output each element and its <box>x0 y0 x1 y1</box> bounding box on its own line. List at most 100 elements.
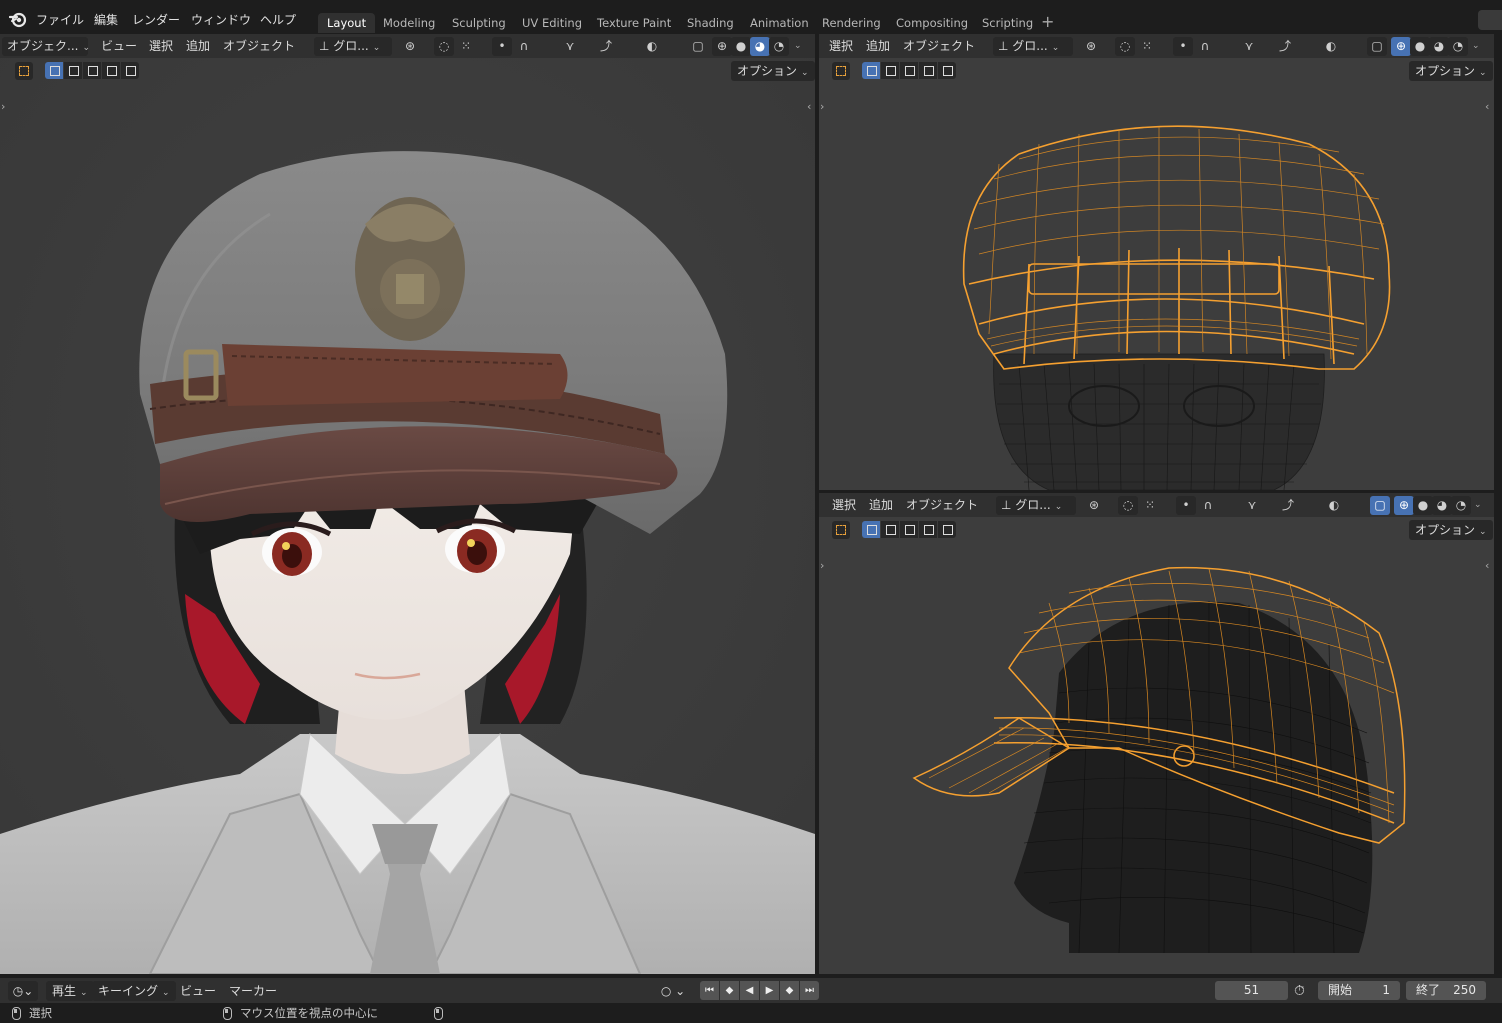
show-gizmo-icon[interactable]: ⋎ <box>560 37 580 56</box>
scene-selector-button[interactable] <box>1478 10 1502 30</box>
viewport-front-wireframe[interactable]: 選択 追加 オブジェクト ⊥ グロ... ⌄ ⊛ ◌ ⁙ • ∩ ⋎ ⤴ ◐ ▢ … <box>819 34 1494 490</box>
transform-orientation-dropdown[interactable]: ⊥ グロ... ⌄ <box>996 496 1076 515</box>
tab-uv-editing[interactable]: UV Editing <box>513 13 591 33</box>
snap-icon[interactable]: ◌ <box>1115 37 1135 56</box>
proportional-edit-icon[interactable]: • <box>492 37 512 56</box>
current-frame-field[interactable]: 51 <box>1215 981 1288 1000</box>
overlay-icon[interactable]: ⤴ <box>596 37 616 56</box>
start-frame-field[interactable]: 開始 1 <box>1318 981 1400 1000</box>
falloff-icon[interactable]: ∩ <box>1195 37 1215 56</box>
snap-target-icon[interactable]: ⁙ <box>1137 37 1157 56</box>
select-tool-icon[interactable] <box>832 62 850 80</box>
tab-scripting[interactable]: Scripting <box>973 13 1042 33</box>
shading-wireframe-icon[interactable]: ⊕ <box>712 37 732 56</box>
stopwatch-icon[interactable]: ⏱ <box>1294 981 1305 1001</box>
shading-material-icon[interactable]: ◕ <box>1429 37 1449 56</box>
tab-shading[interactable]: Shading <box>678 13 743 33</box>
playback-dropdown[interactable]: 再生 ⌄ <box>46 981 94 1001</box>
overlay-icon[interactable]: ⤴ <box>1275 37 1295 56</box>
pivot-icon[interactable]: ⊛ <box>400 37 420 56</box>
options-dropdown[interactable]: オプション ⌄ <box>1409 520 1493 540</box>
sidebar-expand-icon[interactable]: ‹ <box>807 100 811 113</box>
shading-material-icon[interactable]: ◕ <box>750 37 770 56</box>
end-frame-field[interactable]: 終了 250 <box>1406 981 1486 1000</box>
snap-icon[interactable]: ◌ <box>1118 496 1138 515</box>
menu-add[interactable]: 追加 <box>864 496 898 515</box>
menu-add[interactable]: 追加 <box>861 37 895 56</box>
xray-toggle-icon[interactable]: ◐ <box>1324 496 1344 515</box>
keying-dropdown[interactable]: キーイング ⌄ <box>92 981 176 1001</box>
wireframe-overlay-icon[interactable]: ▢ <box>688 37 708 56</box>
transform-orientation-dropdown[interactable]: ⊥ グロ... ⌄ <box>993 37 1073 56</box>
tab-modeling[interactable]: Modeling <box>374 13 444 33</box>
selection-mode-group[interactable] <box>862 62 956 79</box>
menu-object[interactable]: オブジェクト <box>901 496 983 515</box>
snap-target-icon[interactable]: ⁙ <box>1140 496 1160 515</box>
menu-object[interactable]: オブジェクト <box>218 37 300 56</box>
selection-mode-group[interactable] <box>862 521 956 538</box>
selection-mode-group[interactable] <box>45 62 139 79</box>
tab-compositing[interactable]: Compositing <box>887 13 977 33</box>
toolbar-expand-icon[interactable]: › <box>820 100 824 113</box>
falloff-icon[interactable]: ∩ <box>514 37 534 56</box>
options-dropdown[interactable]: オプション ⌄ <box>731 61 815 81</box>
jump-start-icon[interactable]: ⏮ <box>700 981 719 1000</box>
prev-keyframe-icon[interactable]: ◆ <box>720 981 739 1000</box>
menu-edit[interactable]: 編集 <box>94 10 118 30</box>
falloff-icon[interactable]: ∩ <box>1198 496 1218 515</box>
xray-toggle-icon[interactable]: ◐ <box>642 37 662 56</box>
menu-view[interactable]: ビュー <box>180 981 216 1001</box>
chevron-down-icon[interactable]: ⌄ <box>1474 496 1482 515</box>
shading-rendered-icon[interactable]: ◔ <box>769 37 789 56</box>
shading-wireframe-icon[interactable]: ⊕ <box>1394 496 1414 515</box>
shading-wireframe-icon[interactable]: ⊕ <box>1391 37 1411 56</box>
jump-end-icon[interactable]: ⏭ <box>800 981 819 1000</box>
editor-type-clock-icon[interactable]: ◷⌄ <box>8 981 38 1001</box>
pivot-icon[interactable]: ⊛ <box>1084 496 1104 515</box>
shading-solid-icon[interactable]: ● <box>1410 37 1430 56</box>
viewport-side-wireframe[interactable]: 選択 追加 オブジェクト ⊥ グロ... ⌄ ⊛ ◌ ⁙ • ∩ ⋎ ⤴ ◐ ▢ … <box>819 493 1494 974</box>
wireframe-overlay-icon[interactable]: ▢ <box>1370 496 1390 515</box>
menu-view[interactable]: ビュー <box>96 37 142 56</box>
mode-selector[interactable]: オブジェク... ⌄ <box>2 37 90 56</box>
options-dropdown[interactable]: オプション ⌄ <box>1409 61 1493 81</box>
next-keyframe-icon[interactable]: ◆ <box>780 981 799 1000</box>
toolbar-expand-icon[interactable]: › <box>1 100 5 113</box>
pivot-icon[interactable]: ⊛ <box>1081 37 1101 56</box>
chevron-down-icon[interactable]: ⌄ <box>794 37 802 56</box>
xray-toggle-icon[interactable]: ◐ <box>1321 37 1341 56</box>
tab-layout[interactable]: Layout <box>318 13 376 33</box>
show-gizmo-icon[interactable]: ⋎ <box>1239 37 1259 56</box>
menu-file[interactable]: ファイル <box>36 10 84 30</box>
play-icon[interactable]: ▶ <box>760 981 779 1000</box>
toolbar-expand-icon[interactable]: › <box>820 559 824 572</box>
shading-solid-icon[interactable]: ● <box>731 37 751 56</box>
menu-select[interactable]: 選択 <box>824 37 858 56</box>
select-tool-icon[interactable] <box>832 521 850 539</box>
shading-rendered-icon[interactable]: ◔ <box>1451 496 1471 515</box>
blender-logo-icon[interactable] <box>9 10 27 28</box>
viewport-main[interactable]: オブジェク... ⌄ ビュー 選択 追加 オブジェクト ⊥ グロ... ⌄ ⊛ ◌ … <box>0 34 815 974</box>
menu-add[interactable]: 追加 <box>181 37 215 56</box>
tab-animation[interactable]: Animation <box>741 13 818 33</box>
chevron-down-icon[interactable]: ⌄ <box>1472 37 1480 56</box>
shading-rendered-icon[interactable]: ◔ <box>1448 37 1468 56</box>
play-reverse-icon[interactable]: ◀ <box>740 981 759 1000</box>
menu-select[interactable]: 選択 <box>827 496 861 515</box>
sidebar-expand-icon[interactable]: ‹ <box>1485 559 1489 572</box>
snap-icon[interactable]: ◌ <box>434 37 454 56</box>
select-tool-icon[interactable] <box>15 62 33 80</box>
menu-render[interactable]: レンダー <box>132 10 180 30</box>
overlay-icon[interactable]: ⤴ <box>1278 496 1298 515</box>
proportional-edit-icon[interactable]: • <box>1173 37 1193 56</box>
menu-window[interactable]: ウィンドウ <box>191 10 251 30</box>
snap-target-icon[interactable]: ⁙ <box>456 37 476 56</box>
shading-solid-icon[interactable]: ● <box>1413 496 1433 515</box>
tab-rendering[interactable]: Rendering <box>813 13 890 33</box>
show-gizmo-icon[interactable]: ⋎ <box>1242 496 1262 515</box>
menu-object[interactable]: オブジェクト <box>898 37 980 56</box>
menu-marker[interactable]: マーカー <box>229 981 277 1001</box>
proportional-edit-icon[interactable]: • <box>1176 496 1196 515</box>
tab-sculpting[interactable]: Sculpting <box>443 13 515 33</box>
auto-keying-record-icon[interactable]: ○ ⌄ <box>655 981 691 1001</box>
